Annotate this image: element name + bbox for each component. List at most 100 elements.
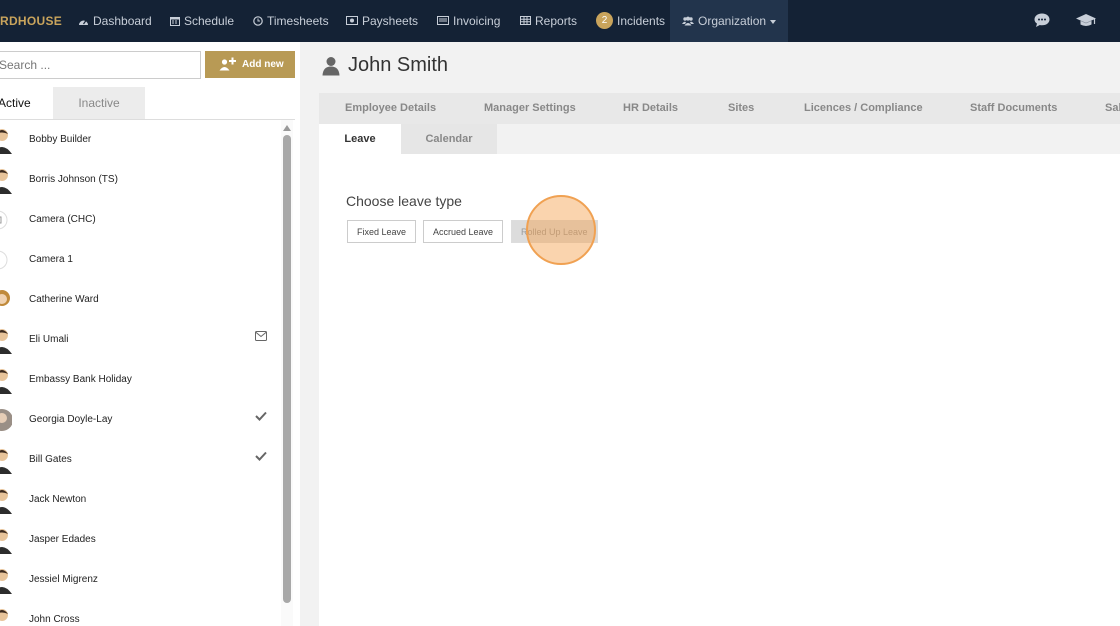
nav-timesheets-label: Timesheets [267, 14, 329, 28]
user-icon [322, 57, 340, 76]
list-item[interactable]: Embassy Bank Holiday [0, 360, 280, 400]
people-scrollbar[interactable] [281, 120, 293, 626]
tab-leave[interactable]: Leave [319, 124, 401, 154]
money-icon [346, 16, 358, 26]
accrued-leave-button[interactable]: Accrued Leave [423, 220, 504, 243]
person-name: Bobby Builder [29, 134, 92, 145]
list-item[interactable]: Bill Gates [0, 440, 280, 480]
person-name: Jack Newton [29, 494, 87, 505]
avatar [0, 409, 12, 431]
nav-paysheets[interactable]: Paysheets [346, 0, 418, 42]
profile-tabs: Employee Details Manager Settings HR Det… [319, 93, 1120, 124]
person-name: Georgia Doyle-Lay [29, 414, 113, 425]
graduation-cap-icon[interactable] [1075, 11, 1097, 29]
tab-hr-details[interactable]: HR Details [623, 93, 678, 124]
tab-calendar[interactable]: Calendar [401, 124, 497, 154]
tab-staff-documents[interactable]: Staff Documents [970, 93, 1057, 124]
nav-incidents-label: Incidents [617, 14, 666, 28]
users-icon [682, 16, 694, 26]
list-item[interactable]: Jasper Edades [0, 520, 280, 560]
nav-schedule[interactable]: Schedule [170, 0, 234, 42]
person-name: Borris Johnson (TS) [29, 174, 118, 185]
list-item[interactable]: Catherine Ward [0, 280, 280, 320]
add-new-label: Add new [242, 59, 284, 70]
invoice-icon [437, 16, 449, 26]
nav-invoicing[interactable]: Invoicing [437, 0, 500, 42]
nav-reports-label: Reports [535, 14, 578, 28]
person-name: Jessiel Migrenz [29, 574, 98, 585]
clock-icon [253, 16, 263, 26]
check-icon [255, 411, 267, 421]
avatar [0, 369, 12, 394]
person-name-title: John Smith [348, 54, 449, 76]
camera-avatar [0, 210, 8, 230]
person-name: John Cross [29, 614, 80, 625]
avatar [0, 329, 12, 354]
nav-organization[interactable]: Organization [670, 0, 789, 42]
nav-organization-label: Organization [698, 14, 767, 28]
list-item[interactable]: Camera 1 [0, 240, 280, 280]
add-new-button[interactable]: Add new [205, 51, 295, 78]
person-name: Embassy Bank Holiday [29, 374, 132, 385]
avatar [0, 529, 12, 554]
chat-icon[interactable] [1033, 11, 1051, 29]
list-item[interactable]: Bobby Builder [0, 120, 280, 160]
nav-dashboard-label: Dashboard [93, 14, 152, 28]
add-user-icon [219, 57, 236, 71]
envelope-icon [255, 331, 267, 341]
list-item[interactable]: Camera (CHC) [0, 200, 280, 240]
avatar [0, 489, 12, 514]
leave-content: Choose leave type Fixed Leave Accrued Le… [319, 154, 1120, 626]
person-name: Camera (CHC) [29, 214, 96, 225]
people-panel: Add new Active Inactive Bobby Builder Bo… [0, 42, 300, 626]
person-name: Bill Gates [29, 454, 72, 465]
dashboard-icon [79, 19, 88, 25]
choose-leave-type-label: Choose leave type [346, 193, 462, 209]
tab-sites[interactable]: Sites [728, 93, 754, 124]
tab-salary[interactable]: Sal [1105, 93, 1120, 124]
calendar-icon [170, 16, 180, 26]
brand-logo[interactable]: RDHOUSE [0, 0, 62, 42]
person-name: Eli Umali [29, 334, 69, 345]
person-name: Jasper Edades [29, 534, 96, 545]
nav-timesheets[interactable]: Timesheets [253, 0, 329, 42]
table-icon [520, 16, 531, 26]
nav-invoicing-label: Invoicing [453, 14, 501, 28]
incidents-count-badge: 2 [596, 12, 613, 30]
avatar [0, 129, 12, 154]
status-tabs: Active Inactive [0, 87, 295, 119]
tab-active[interactable]: Active [0, 87, 53, 119]
tab-licences-compliance[interactable]: Licences / Compliance [804, 93, 923, 124]
tab-inactive[interactable]: Inactive [53, 87, 145, 119]
list-item[interactable]: John Cross [0, 600, 280, 626]
person-name: Camera 1 [29, 254, 73, 265]
top-navbar: RDHOUSE Dashboard Schedule Timesheets Pa… [0, 0, 1120, 42]
avatar [0, 290, 10, 306]
nav-schedule-label: Schedule [184, 14, 235, 28]
list-item[interactable]: Borris Johnson (TS) [0, 160, 280, 200]
nav-dashboard[interactable]: Dashboard [78, 0, 152, 42]
list-item[interactable]: Eli Umali [0, 320, 280, 360]
tab-employee-details[interactable]: Employee Details [345, 93, 436, 124]
nav-reports[interactable]: Reports [520, 0, 577, 42]
avatar [0, 449, 12, 474]
person-name: Catherine Ward [29, 294, 99, 305]
list-item[interactable]: Georgia Doyle-Lay [0, 400, 280, 440]
nav-incidents[interactable]: 2 Incidents [596, 0, 665, 42]
people-list: Bobby Builder Borris Johnson (TS) Camera… [0, 119, 295, 626]
nav-paysheets-label: Paysheets [362, 14, 419, 28]
camera-avatar [0, 250, 8, 270]
avatar [0, 169, 12, 194]
tab-manager-settings[interactable]: Manager Settings [484, 93, 576, 124]
fixed-leave-button[interactable]: Fixed Leave [347, 220, 417, 243]
avatar [0, 609, 8, 621]
scroll-up-arrow-icon[interactable] [283, 125, 291, 131]
list-item[interactable]: Jack Newton [0, 480, 280, 520]
leave-subtabs: Leave Calendar [319, 124, 1120, 154]
avatar [0, 569, 12, 594]
search-input[interactable] [0, 51, 201, 79]
scroll-thumb[interactable] [283, 135, 291, 603]
list-item[interactable]: Jessiel Migrenz [0, 560, 280, 600]
check-icon [255, 451, 267, 461]
rolled-up-leave-button[interactable]: Rolled Up Leave [511, 220, 598, 243]
